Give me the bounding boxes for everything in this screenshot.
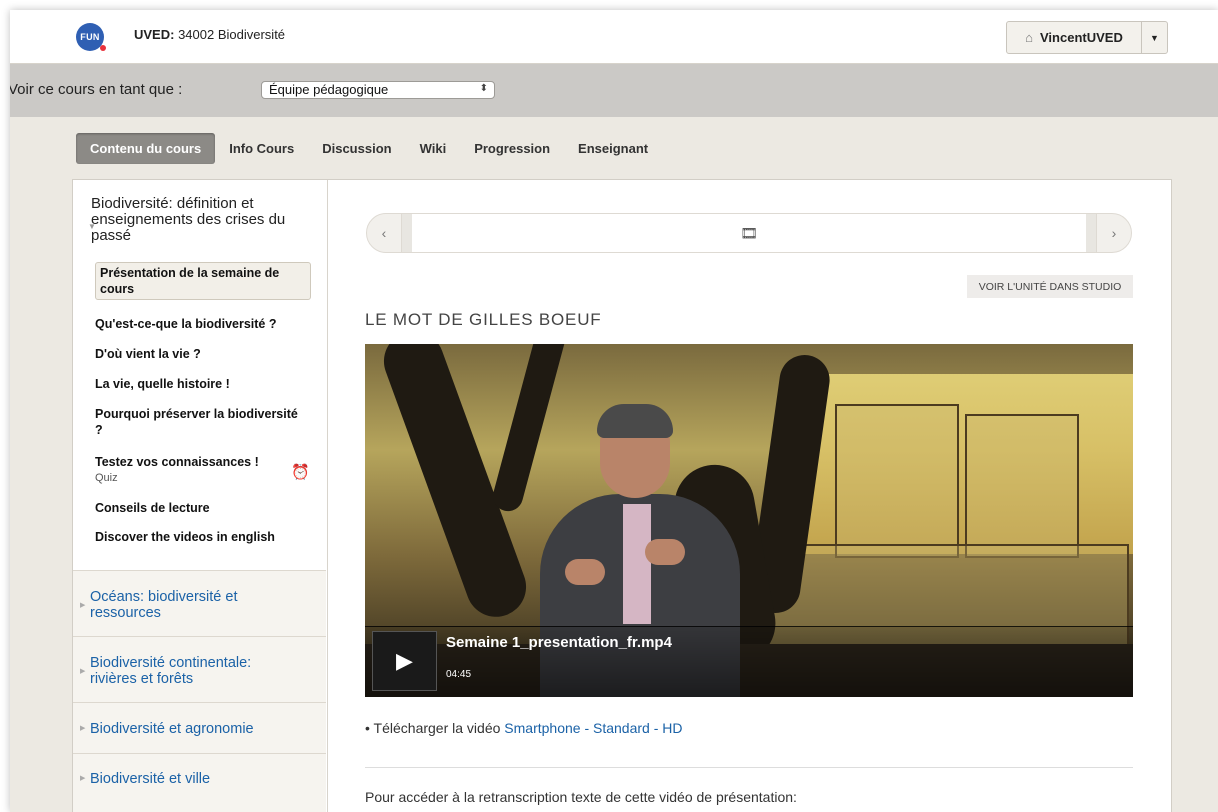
staff-view-bar: Voir ce cours en tant que : Équipe pédag… xyxy=(10,64,1218,117)
speaker-hair xyxy=(597,404,673,438)
sequence-tabs: 🎞 xyxy=(402,213,1096,253)
course-panel: ▼ Biodiversité: définition et enseigneme… xyxy=(72,179,1172,812)
bullet-icon: • xyxy=(365,720,370,736)
open-chapter[interactable]: ▼ Biodiversité: définition et enseigneme… xyxy=(88,195,311,244)
sequence-item[interactable]: D'où vient la vie ? xyxy=(95,346,305,362)
course-title: UVED: 34002 Biodiversité xyxy=(134,27,285,42)
nav-divider xyxy=(1086,214,1096,252)
unit-title: LE MOT DE GILLES BOEUF xyxy=(365,310,602,329)
chapter-item[interactable]: ▶ Biodiversité continentale: rivières et… xyxy=(73,636,326,702)
user-name: VincentUVED xyxy=(1040,30,1123,45)
user-dropdown-toggle[interactable]: ▼ xyxy=(1141,21,1168,54)
caret-down-icon: ▼ xyxy=(1150,32,1159,43)
tab-course-content[interactable]: Contenu du cours xyxy=(76,133,216,164)
alarm-clock-icon: ⏰ xyxy=(291,464,310,481)
tab-course-info[interactable]: Info Cours xyxy=(215,133,308,164)
sequence-item[interactable]: La vie, quelle histoire ! xyxy=(95,376,305,392)
speaker-hand xyxy=(565,559,605,585)
sequence-item[interactable]: Discover the videos in english xyxy=(95,529,305,545)
quiz-label: Testez vos connaissances ! xyxy=(95,455,259,469)
play-icon: ▶ xyxy=(396,648,413,673)
next-button[interactable]: › xyxy=(1096,213,1132,253)
view-as-select[interactable]: Équipe pédagogique ⬍ xyxy=(261,81,495,99)
sequence-item[interactable]: Conseils de lecture xyxy=(95,500,305,516)
sequence-item[interactable]: Pourquoi préserver la biodiversité ? xyxy=(95,406,305,438)
speaker-shirt xyxy=(623,504,651,624)
display-case xyxy=(835,404,959,558)
video-unit-icon[interactable]: 🎞 xyxy=(740,225,758,242)
chapter-label: Biodiversité continentale: rivières et f… xyxy=(90,655,252,687)
video-title: Semaine 1_presentation_fr.mp4 xyxy=(446,634,672,651)
chevron-right-icon: ▶ xyxy=(80,725,86,732)
course-tabs: Contenu du cours Info Cours Discussion W… xyxy=(76,132,662,165)
sequence-item[interactable]: Qu'est-ce-que la biodiversité ? xyxy=(95,316,305,332)
logo-dot xyxy=(100,45,106,51)
nav-divider xyxy=(402,214,412,252)
user-menu-button[interactable]: ⌂ VincentUVED xyxy=(1006,21,1142,54)
sequence-nav: ‹ 🎞 › xyxy=(366,213,1132,253)
download-line: • Télécharger la vidéo Smartphone - Stan… xyxy=(365,720,683,736)
view-as-label: Voir ce cours en tant que : xyxy=(10,81,183,98)
course-outline: ▼ Biodiversité: définition et enseigneme… xyxy=(73,180,328,812)
open-chapter-label: Biodiversité: définition et enseignement… xyxy=(91,195,286,244)
tab-progress[interactable]: Progression xyxy=(460,133,564,164)
course-prefix: UVED: xyxy=(134,27,175,42)
tab-instructor[interactable]: Enseignant xyxy=(564,133,662,164)
download-label: Télécharger la vidéo xyxy=(373,720,501,736)
unit-content: ‹ 🎞 › VOIR L'UNITÉ DANS STUDIO LE MOT DE… xyxy=(327,180,1171,812)
chapter-item[interactable]: ▶ Biodiversité et agronomie xyxy=(73,702,326,753)
course-name: 34002 Biodiversité xyxy=(178,27,286,42)
site-header: FUN UVED: 34002 Biodiversité ⌂ VincentUV… xyxy=(10,10,1218,64)
display-case xyxy=(965,414,1079,558)
transcript-text: Pour accéder à la retranscription texte … xyxy=(365,789,797,805)
home-icon: ⌂ xyxy=(1025,30,1033,45)
video-duration: 04:45 xyxy=(446,669,472,680)
browser-page: FUN UVED: 34002 Biodiversité ⌂ VincentUV… xyxy=(10,10,1218,812)
chevron-right-icon: ▶ xyxy=(80,775,86,782)
quiz-sublabel: Quiz xyxy=(95,472,118,484)
chapter-label: Océans: biodiversité et ressources xyxy=(90,589,238,621)
play-button[interactable]: ▶ xyxy=(372,631,437,691)
chevron-right-icon: ▶ xyxy=(80,602,86,609)
view-as-selected: Équipe pédagogique xyxy=(269,82,389,97)
divider xyxy=(365,767,1133,768)
tab-wiki[interactable]: Wiki xyxy=(406,133,461,164)
video-player[interactable]: ▶ Semaine 1_presentation_fr.mp4 04:45 xyxy=(365,344,1133,697)
view-in-studio-button[interactable]: VOIR L'UNITÉ DANS STUDIO xyxy=(967,275,1133,298)
chapter-label: Biodiversité et agronomie xyxy=(90,721,254,737)
chevron-right-icon: ▶ xyxy=(80,668,86,675)
sequence-item-quiz[interactable]: Testez vos connaissances ! Quiz xyxy=(95,454,305,486)
tab-discussion[interactable]: Discussion xyxy=(308,133,405,164)
chapter-item[interactable]: ▶ Biodiversité et ville xyxy=(73,753,326,812)
speaker-hand xyxy=(645,539,685,565)
chevron-down-icon: ▼ xyxy=(88,222,96,231)
chapter-label: Biodiversité et ville xyxy=(90,771,211,787)
select-arrows-icon: ⬍ xyxy=(479,83,488,94)
chapter-item[interactable]: ▶ Océans: biodiversité et ressources xyxy=(73,570,326,636)
download-links[interactable]: Smartphone - Standard - HD xyxy=(504,720,682,736)
sequence-item-active[interactable]: Présentation de la semaine de cours xyxy=(95,262,311,300)
previous-button[interactable]: ‹ xyxy=(366,213,402,253)
